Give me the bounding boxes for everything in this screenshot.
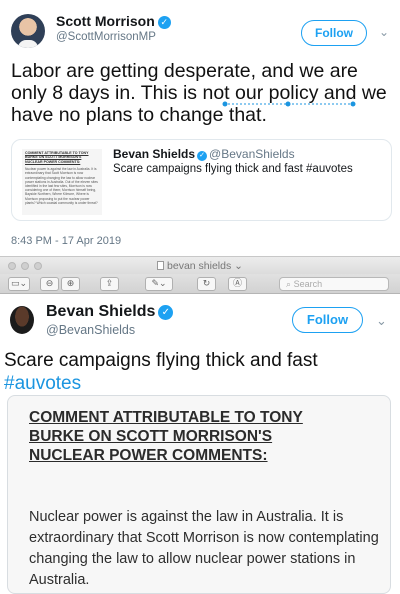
document-body: Nuclear power is against the law in Aust… — [29, 509, 379, 588]
follow-button[interactable]: Follow — [301, 20, 367, 46]
quoted-tweet-image: COMMENT ATTRIBUTABLE TO TONY BURKE ON SC… — [22, 149, 102, 215]
timestamp[interactable]: 8:43 PM - 17 Apr 2019 — [11, 235, 121, 247]
quoted-tweet[interactable]: COMMENT ATTRIBUTABLE TO TONY BURKE ON SC… — [11, 139, 392, 221]
verified-badge-icon: ✓ — [197, 151, 208, 161]
author-name-text: Bevan Shields — [46, 303, 156, 320]
author-handle[interactable]: @ScottMorrisonMP — [56, 31, 156, 43]
window-title-text: bevan shields — [167, 260, 232, 272]
author-handle[interactable]: @BevanShields — [46, 323, 135, 337]
quoted-tweet-text: Scare campaigns flying thick and fast #a… — [113, 163, 353, 175]
verified-badge-icon: ✓ — [158, 305, 174, 320]
chevron-down-icon[interactable]: ⌄ — [379, 25, 389, 39]
window-title: bevan shields ⌄ — [0, 260, 400, 272]
attached-image[interactable]: COMMENT ATTRIBUTABLE TO TONY BURKE ON SC… — [7, 395, 391, 594]
window-toolbar: ▭⌄ ⊖ ⊕ ⇪ ✎⌄ ↻ Ⓐ ⌕ Search — [0, 274, 400, 294]
document-heading-line: COMMENT ATTRIBUTABLE TO TONY — [29, 409, 303, 426]
avatar[interactable] — [10, 306, 34, 334]
document-heading-line: BURKE ON SCOTT MORRISON'S — [29, 428, 273, 445]
avatar[interactable] — [11, 14, 45, 48]
markup-icon[interactable]: Ⓐ — [228, 277, 247, 291]
text-selection-marker — [222, 101, 356, 107]
hashtag-link[interactable]: #auvotes — [4, 373, 81, 394]
author-name[interactable]: Bevan Shields ✓ — [46, 303, 174, 321]
quoted-doc-body: Nuclear power is against the law in Aust… — [25, 167, 98, 205]
author-name-text: Scott Morrison — [56, 13, 155, 29]
document-heading: COMMENT ATTRIBUTABLE TO TONY BURKE ON SC… — [29, 408, 303, 465]
chevron-down-icon: ⌄ — [234, 260, 243, 272]
author-name[interactable]: Scott Morrison ✓ — [56, 13, 171, 29]
share-icon[interactable]: ⇪ — [100, 277, 119, 291]
window-titlebar: bevan shields ⌄ — [0, 256, 400, 274]
follow-button[interactable]: Follow — [292, 307, 363, 333]
quoted-author: Bevan Shields ✓ @BevanShields — [113, 147, 295, 161]
tweet-text-body: Scare campaigns flying thick and fast — [4, 350, 318, 371]
rotate-icon[interactable]: ↻ — [197, 277, 216, 291]
quoted-author-name: Bevan Shields — [113, 147, 196, 161]
search-icon: ⌕ — [286, 279, 292, 289]
quoted-author-handle: @BevanShields — [209, 147, 295, 161]
tweet-text: Scare campaigns flying thick and fast #a… — [4, 349, 384, 395]
search-placeholder: Search — [293, 279, 323, 289]
zoom-in-icon[interactable]: ⊕ — [61, 277, 80, 291]
pen-icon[interactable]: ✎⌄ — [145, 277, 173, 291]
verified-badge-icon: ✓ — [157, 16, 171, 29]
search-input[interactable]: ⌕ Search — [279, 277, 389, 291]
zoom-out-icon[interactable]: ⊖ — [40, 277, 59, 291]
quoted-doc-heading: COMMENT ATTRIBUTABLE TO TONY BURKE ON SC… — [25, 151, 89, 164]
chevron-down-icon[interactable]: ⌄ — [376, 313, 387, 329]
tweet-text: Labor are getting desperate, and we are … — [11, 60, 387, 126]
document-icon — [157, 261, 165, 270]
sidebar-toggle-icon[interactable]: ▭⌄ — [8, 277, 30, 291]
document-heading-line: NUCLEAR POWER COMMENTS: — [29, 447, 268, 464]
